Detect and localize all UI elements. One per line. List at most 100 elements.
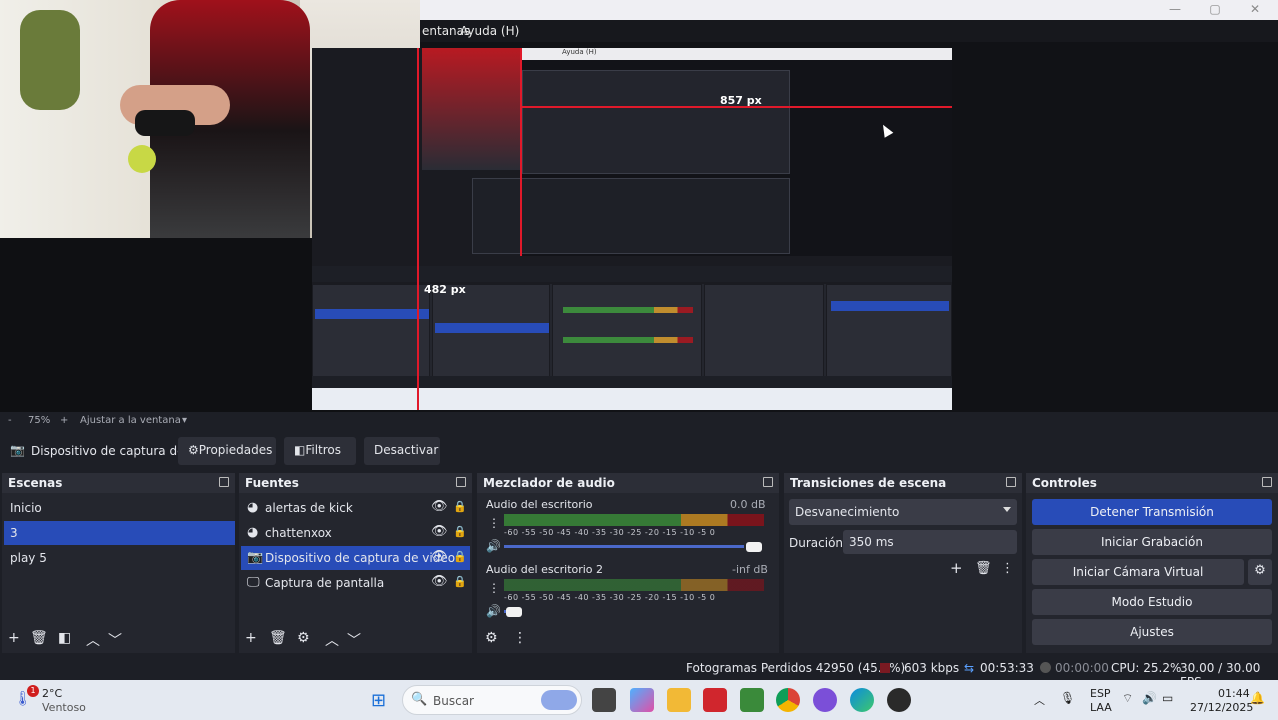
taskbar-search[interactable]: 🔍 Buscar bbox=[402, 685, 582, 715]
scenes-title: Escenas bbox=[8, 476, 63, 490]
record-time: 00:00:00 bbox=[1055, 661, 1109, 675]
obs-icon[interactable] bbox=[887, 688, 911, 712]
minecraft-icon[interactable] bbox=[740, 688, 764, 712]
chevron-up-icon[interactable]: ︿ bbox=[325, 630, 339, 650]
copilot-icon[interactable] bbox=[630, 688, 654, 712]
clock-date[interactable]: 27/12/2025 bbox=[1190, 701, 1253, 714]
weather-temp: 2°C bbox=[42, 687, 63, 700]
filters-button[interactable]: ◧Filtros bbox=[284, 437, 356, 465]
bell-icon[interactable]: 🔔 bbox=[1250, 691, 1265, 705]
screen-capture-source: Ayuda (H) 857 px 482 px bbox=[312, 48, 952, 410]
sources-title: Fuentes bbox=[245, 476, 299, 490]
taskview-icon[interactable] bbox=[592, 688, 616, 712]
chevron-down-icon[interactable]: ﹀ bbox=[347, 630, 361, 650]
lock-icon[interactable]: 🔒 bbox=[453, 550, 467, 563]
close-button[interactable]: ✕ bbox=[1240, 2, 1270, 16]
more-icon[interactable]: ⋮ bbox=[488, 581, 500, 595]
discord-icon[interactable] bbox=[813, 688, 837, 712]
chevron-down-icon[interactable]: ▾ bbox=[182, 415, 187, 426]
source-item[interactable]: ◕ alertas de kick 👁 🔒 bbox=[241, 496, 470, 520]
battery-icon[interactable]: ▭ bbox=[1162, 691, 1173, 705]
menu-item-help[interactable]: Ayuda (H) bbox=[460, 24, 519, 38]
speaker-icon[interactable]: 🔊 bbox=[1142, 691, 1157, 705]
maximize-button[interactable]: ▢ bbox=[1200, 2, 1230, 16]
filter-icon: ◧ bbox=[294, 443, 306, 457]
deactivate-button[interactable]: Desactivar bbox=[364, 437, 440, 465]
scene-item[interactable]: Inicio bbox=[4, 496, 235, 520]
scene-item-selected[interactable]: 3 bbox=[4, 521, 235, 545]
office-icon[interactable] bbox=[703, 688, 727, 712]
speaker-icon[interactable]: 🔊 bbox=[486, 604, 501, 618]
chevron-down-icon[interactable]: ﹀ bbox=[108, 630, 122, 650]
bitrate-indicator bbox=[880, 663, 890, 673]
speaker-icon[interactable]: 🔊 bbox=[486, 539, 501, 553]
gear-icon[interactable]: ⚙ bbox=[1248, 559, 1272, 585]
wifi-icon[interactable]: ⌔ bbox=[1122, 691, 1133, 706]
undock-icon[interactable] bbox=[1006, 477, 1016, 487]
status-bar: Fotogramas Perdidos 42950 (45.8%) 603 kb… bbox=[0, 656, 1278, 689]
duration-spinbox[interactable]: 350 ms bbox=[843, 530, 1017, 554]
scene-item[interactable]: play 5 bbox=[4, 546, 235, 570]
properties-button[interactable]: ⚙Propiedades bbox=[178, 437, 276, 465]
stop-stream-button[interactable]: Detener Transmisión bbox=[1032, 499, 1272, 525]
add-icon[interactable]: + bbox=[950, 559, 963, 577]
file-explorer-icon[interactable] bbox=[667, 688, 691, 712]
add-icon[interactable]: + bbox=[8, 630, 20, 646]
scenes-dock: Escenas Inicio 3 play 5 + 🗑 ◧ ︿ ﹀ bbox=[2, 473, 235, 653]
minimize-button[interactable]: — bbox=[1160, 2, 1190, 16]
start-virtual-camera-button[interactable]: Iniciar Cámara Virtual bbox=[1032, 559, 1244, 585]
more-icon[interactable]: ⋮ bbox=[1001, 561, 1014, 576]
undock-icon[interactable] bbox=[219, 477, 229, 487]
camera-icon: 📷 bbox=[10, 443, 25, 457]
lock-icon[interactable]: 🔒 bbox=[453, 525, 467, 538]
sources-dock: Fuentes ◕ alertas de kick 👁 🔒 ◕ chattenx… bbox=[239, 473, 472, 653]
gear-icon[interactable]: ⚙ bbox=[485, 630, 498, 646]
volume-slider-handle[interactable] bbox=[746, 542, 762, 552]
source-item-selected[interactable]: 📷 Dispositivo de captura de video 👁 🔒 bbox=[241, 546, 470, 570]
volume-slider[interactable] bbox=[504, 545, 744, 548]
eye-icon[interactable]: 👁 bbox=[431, 574, 448, 589]
filter-icon[interactable]: ◧ bbox=[58, 630, 71, 646]
gear-icon[interactable]: ⚙ bbox=[297, 630, 310, 646]
undock-icon[interactable] bbox=[763, 477, 773, 487]
more-icon[interactable]: ⋮ bbox=[488, 516, 500, 530]
clock-time[interactable]: 01:44 bbox=[1218, 687, 1250, 700]
channel-level: -inf dB bbox=[732, 563, 768, 576]
source-item[interactable]: 🖵 Captura de pantalla 👁 🔒 bbox=[241, 571, 470, 595]
undock-icon[interactable] bbox=[1262, 477, 1272, 487]
lock-icon[interactable]: 🔒 bbox=[453, 500, 467, 513]
volume-slider-handle[interactable] bbox=[506, 607, 522, 617]
chevron-up-icon[interactable]: ︿ bbox=[86, 630, 100, 650]
eye-icon[interactable]: 👁 bbox=[431, 499, 448, 514]
chevron-up-icon[interactable]: ︿ bbox=[1034, 692, 1045, 708]
studio-mode-button[interactable]: Modo Estudio bbox=[1032, 589, 1272, 615]
zoom-out-button[interactable]: - bbox=[8, 415, 12, 426]
zoom-level: 75% bbox=[28, 415, 51, 426]
undock-icon[interactable] bbox=[456, 477, 466, 487]
add-icon[interactable]: + bbox=[245, 630, 257, 646]
language-bottom[interactable]: LAA bbox=[1090, 701, 1112, 714]
windows-start-icon[interactable]: ⊞ bbox=[371, 690, 386, 711]
mixer-channel: Audio del escritorio 0.0 dB ⋮ -60 -55 -5… bbox=[480, 497, 770, 557]
transition-select[interactable]: Desvanecimiento bbox=[789, 499, 1017, 525]
more-icon[interactable]: ⋮ bbox=[513, 630, 527, 646]
trash-icon[interactable]: 🗑 bbox=[269, 630, 287, 646]
fit-window-dropdown[interactable]: Ajustar a la ventana bbox=[80, 415, 181, 426]
trash-icon[interactable]: 🗑 bbox=[975, 561, 992, 576]
language-top[interactable]: ESP bbox=[1090, 687, 1111, 700]
lock-icon[interactable]: 🔒 bbox=[453, 575, 467, 588]
notification-badge: 1 bbox=[27, 685, 39, 697]
edge-icon[interactable] bbox=[850, 688, 874, 712]
volume-meter bbox=[504, 514, 764, 526]
start-recording-button[interactable]: Iniciar Grabación bbox=[1032, 529, 1272, 555]
browser-icon: ◕ bbox=[247, 525, 259, 540]
eye-icon[interactable]: 👁 bbox=[431, 549, 448, 564]
source-item[interactable]: ◕ chattenxox 👁 🔒 bbox=[241, 521, 470, 545]
chrome-icon[interactable] bbox=[776, 688, 800, 712]
trash-icon[interactable]: 🗑 bbox=[30, 630, 48, 646]
zoom-in-button[interactable]: + bbox=[60, 415, 68, 426]
settings-button[interactable]: Ajustes bbox=[1032, 619, 1272, 645]
microphone-icon[interactable]: 🎙 bbox=[1060, 691, 1075, 705]
search-highlight-icon bbox=[541, 690, 577, 710]
eye-icon[interactable]: 👁 bbox=[431, 524, 448, 539]
